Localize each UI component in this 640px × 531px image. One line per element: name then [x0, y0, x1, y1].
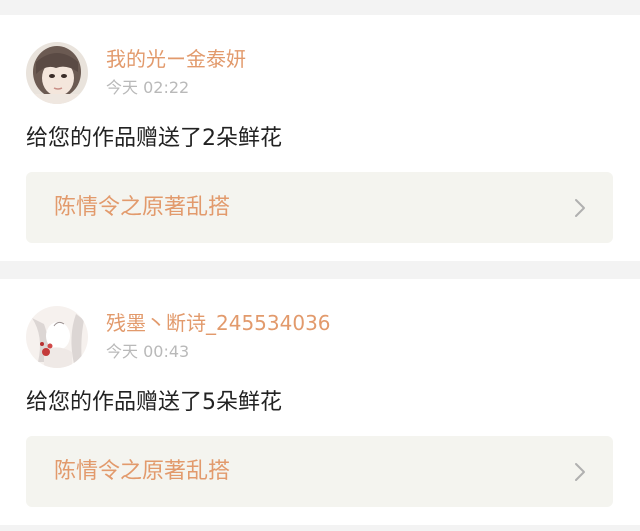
avatar[interactable] — [26, 306, 88, 368]
notification-feed: 我的光ー金泰妍 今天 02:22 给您的作品赠送了2朵鲜花 陈情令之原著乱搭 残… — [0, 0, 640, 531]
chevron-right-icon — [575, 199, 585, 217]
work-title: 陈情令之原著乱搭 — [54, 459, 231, 484]
notification-card: 残墨丶断诗_245534036 今天 00:43 给您的作品赠送了5朵鲜花 陈情… — [0, 279, 640, 525]
notification-card: 我的光ー金泰妍 今天 02:22 给您的作品赠送了2朵鲜花 陈情令之原著乱搭 — [0, 15, 640, 261]
work-link[interactable]: 陈情令之原著乱搭 — [26, 172, 613, 243]
chevron-right-icon — [575, 463, 585, 481]
work-title: 陈情令之原著乱搭 — [54, 195, 231, 220]
notification-message: 给您的作品赠送了5朵鲜花 — [26, 390, 282, 415]
work-link[interactable]: 陈情令之原著乱搭 — [26, 436, 613, 507]
avatar-illustration-icon — [26, 306, 88, 368]
avatar[interactable] — [26, 42, 88, 104]
timestamp: 今天 00:43 — [106, 342, 190, 361]
notification-message: 给您的作品赠送了2朵鲜花 — [26, 126, 282, 151]
timestamp: 今天 02:22 — [106, 78, 190, 97]
username[interactable]: 残墨丶断诗_245534036 — [106, 309, 331, 337]
username[interactable]: 我的光ー金泰妍 — [106, 45, 246, 73]
avatar-photo-icon — [26, 42, 88, 104]
